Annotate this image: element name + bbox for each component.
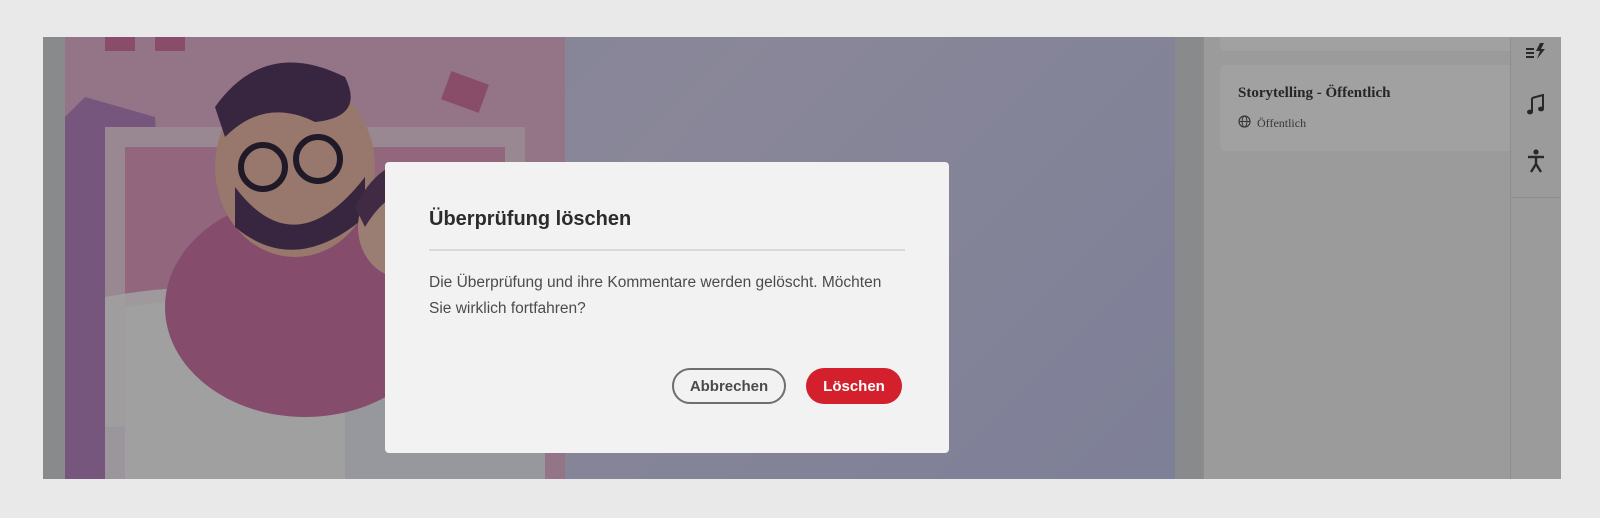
dialog-divider — [429, 249, 905, 251]
dialog-title: Überprüfung löschen — [429, 208, 632, 230]
delete-button[interactable]: Löschen — [806, 368, 902, 404]
dialog-message: Die Überprüfung und ihre Kommentare werd… — [429, 274, 882, 317]
delete-review-dialog: Überprüfung löschen Die Überprüfung und … — [385, 162, 949, 453]
cancel-button[interactable]: Abbrechen — [672, 368, 786, 404]
